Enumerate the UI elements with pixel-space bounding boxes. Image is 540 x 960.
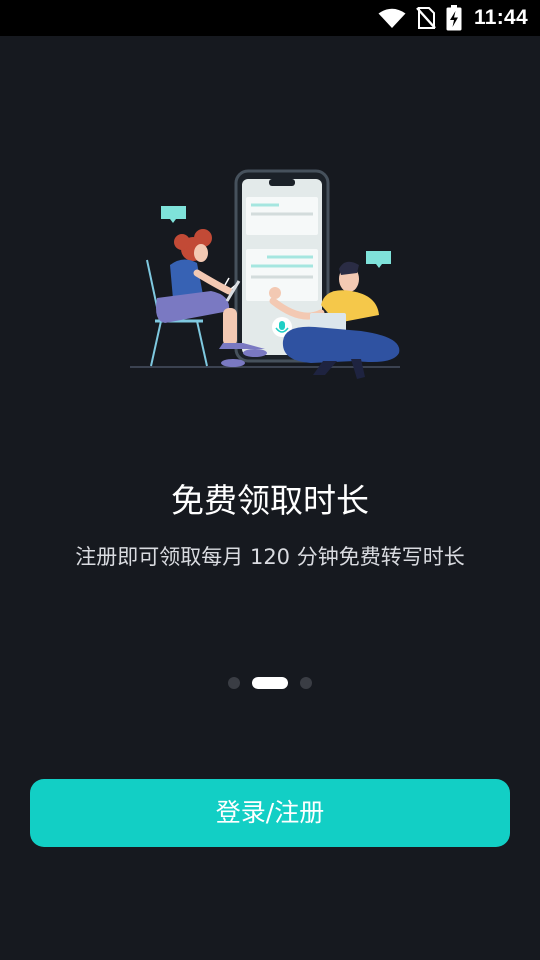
page-dot-1[interactable] <box>228 677 240 689</box>
onboarding-title: 免费领取时长 <box>171 481 369 520</box>
status-icons: 11:44 <box>378 0 528 36</box>
battery-charging-icon <box>446 5 462 31</box>
onboarding-screen: 11:44 免费领取时长 注册即可领取每月 120 分钟免费转写时长 登录/注册 <box>0 0 540 960</box>
page-indicator <box>0 677 540 689</box>
onboarding-illustration <box>125 165 415 395</box>
wifi-icon <box>378 7 406 29</box>
status-time: 11:44 <box>473 6 528 29</box>
no-sim-icon <box>416 6 436 30</box>
login-register-button[interactable]: 登录/注册 <box>30 779 510 847</box>
page-dot-3[interactable] <box>300 677 312 689</box>
status-bar: 11:44 <box>0 0 540 36</box>
onboarding-subtitle: 注册即可领取每月 120 分钟免费转写时长 <box>75 545 465 569</box>
page-dot-2-active[interactable] <box>252 677 288 689</box>
